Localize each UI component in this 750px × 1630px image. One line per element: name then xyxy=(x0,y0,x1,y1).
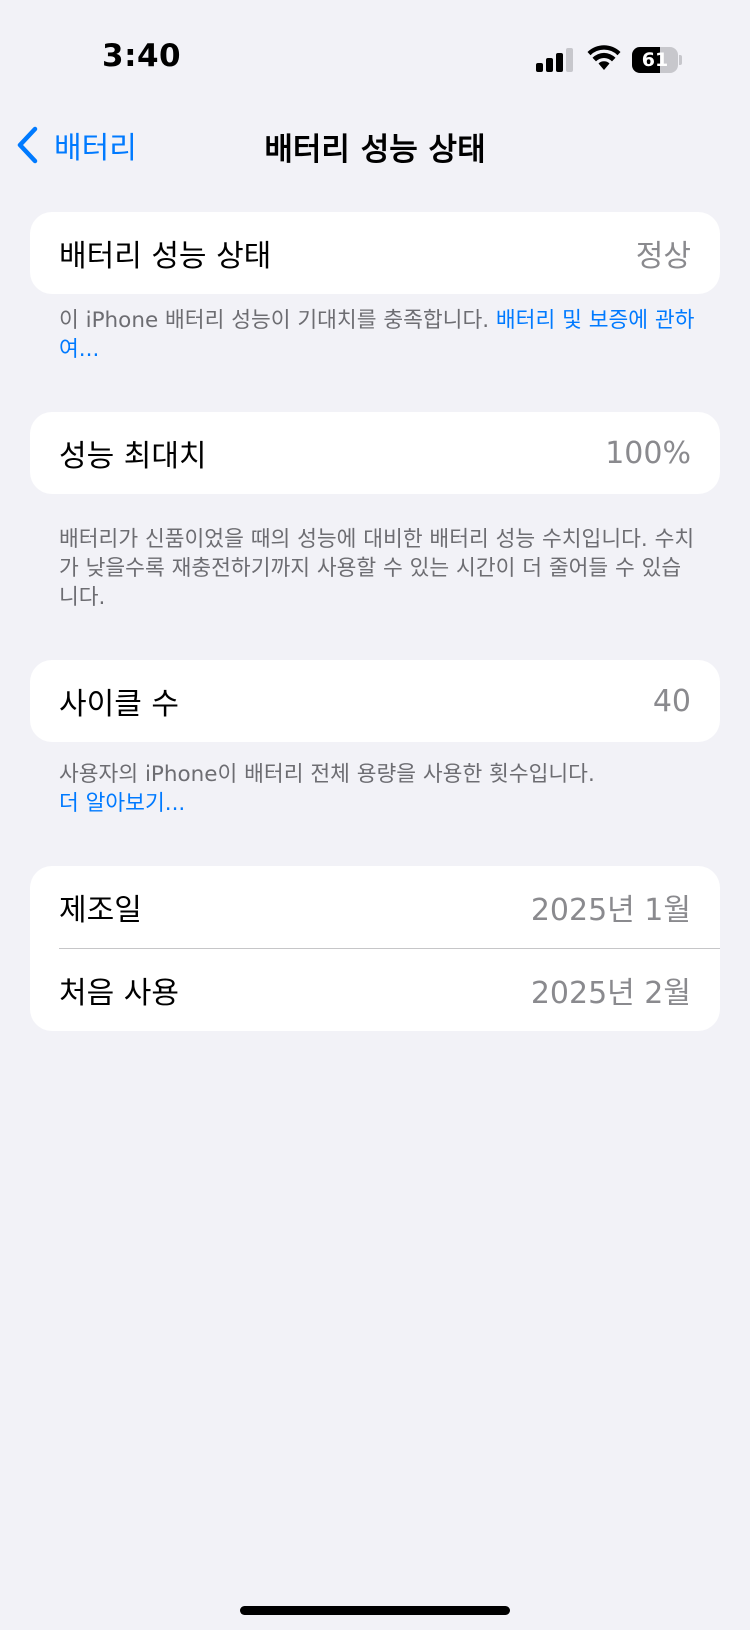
max-capacity-footnote: 배터리가 신품이었을 때의 성능에 대비한 배터리 성능 수치입니다. 수치가 … xyxy=(59,527,695,610)
manufacture-date-label: 제조일 xyxy=(59,893,142,928)
cycle-count-footnote: 사용자의 iPhone이 배터리 전체 용량을 사용한 횟수입니다. 더 알아보… xyxy=(59,760,699,818)
cycle-count-footnote-text: 사용자의 iPhone이 배터리 전체 용량을 사용한 횟수입니다. xyxy=(59,762,595,787)
battery-health-label: 배터리 성능 상태 xyxy=(59,239,272,274)
battery-health-value: 정상 xyxy=(635,239,691,274)
manufacture-date-value: 2025년 1월 xyxy=(530,893,691,928)
wifi-icon xyxy=(587,45,621,70)
battery-percentage: 61 xyxy=(641,49,669,71)
page-title: 배터리 성능 상태 xyxy=(264,132,486,168)
first-use-date-row: 처음 사용 2025년 2월 xyxy=(30,949,720,1031)
status-time: 3:40 xyxy=(102,38,182,74)
learn-more-link[interactable]: 더 알아보기... xyxy=(59,789,699,818)
max-capacity-card: 성능 최대치 100% xyxy=(30,412,720,494)
battery-health-card: 배터리 성능 상태 정상 xyxy=(30,212,720,294)
cycle-count-row: 사이클 수 40 xyxy=(30,660,720,742)
max-capacity-value: 100% xyxy=(605,435,691,471)
cycle-count-card: 사이클 수 40 xyxy=(30,660,720,742)
status-bar: 3:40 61 xyxy=(0,0,750,110)
dates-card: 제조일 2025년 1월 처음 사용 2025년 2월 xyxy=(30,866,720,1031)
home-indicator[interactable] xyxy=(240,1606,510,1615)
cycle-count-label: 사이클 수 xyxy=(59,687,179,722)
battery-health-footnote-text: 이 iPhone 배터리 성능이 기대치를 충족합니다. xyxy=(59,308,496,333)
battery-icon: 61 xyxy=(632,47,682,73)
max-capacity-label: 성능 최대치 xyxy=(59,439,207,474)
battery-health-row: 배터리 성능 상태 정상 xyxy=(30,212,720,294)
first-use-date-label: 처음 사용 xyxy=(59,976,179,1011)
manufacture-date-row: 제조일 2025년 1월 xyxy=(30,866,720,948)
battery-health-footnote: 이 iPhone 배터리 성능이 기대치를 충족합니다. 배터리 및 보증에 관… xyxy=(59,306,699,364)
first-use-date-value: 2025년 2월 xyxy=(530,976,691,1011)
max-capacity-row: 성능 최대치 100% xyxy=(30,412,720,494)
cycle-count-value: 40 xyxy=(652,683,691,719)
cellular-signal-icon xyxy=(536,48,573,72)
